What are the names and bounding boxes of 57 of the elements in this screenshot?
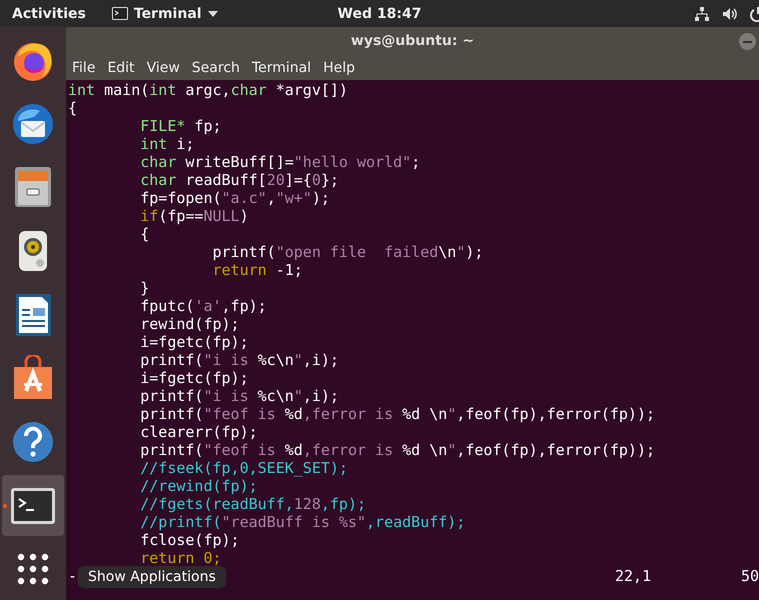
code-line: FILE* fp; [139, 117, 222, 135]
tooltip: Show Applications [78, 566, 226, 588]
mode-indicator: - [68, 567, 78, 585]
minimize-button[interactable] [739, 33, 756, 50]
volume-icon[interactable] [722, 6, 738, 22]
code-line: printf("i is %c\n",i); [139, 351, 339, 369]
help-icon [12, 420, 54, 463]
terminal-icon [10, 486, 56, 525]
code-line: { [68, 99, 78, 117]
code-line: char writeBuff[]="hello world"; [139, 153, 420, 171]
code-line: printf("i is %c\n",i); [139, 387, 339, 405]
code-line: return -1; [212, 261, 303, 279]
code-line: rewind(fp); [139, 315, 240, 333]
app-grid-icon [17, 553, 49, 586]
power-icon[interactable] [750, 6, 759, 22]
shopping-bag-icon [12, 355, 54, 402]
dock-item[interactable] [2, 474, 64, 536]
code-line: if(fp==NULL) [139, 207, 249, 225]
scroll-percent: 50 [741, 567, 759, 585]
code-line: i=fgetc(fp); [139, 333, 249, 351]
code-line: fp=fopen("a.c","w+"); [139, 189, 330, 207]
menu-item[interactable]: Terminal [252, 60, 312, 76]
code-line: //rewind(fp); [139, 477, 258, 495]
code-line: char readBuff[20]={0}; [139, 171, 339, 189]
file-cabinet-icon [13, 165, 53, 210]
code-line: int i; [139, 135, 194, 153]
cursor-position: 22,1 [615, 567, 652, 585]
menu-item[interactable]: View [146, 60, 180, 76]
running-indicator [3, 504, 7, 508]
code-line: return 0; [139, 549, 222, 567]
code-line: fputc('a',fp); [139, 297, 267, 315]
code-line: int main(int argc,char *argv[]) [68, 81, 348, 99]
activities-button[interactable]: Activities [0, 6, 98, 22]
code-line: fclose(fp); [139, 531, 240, 549]
code-line: printf("feof is %d,ferror is %d \n",feof(fp),ferror(fp)); [139, 405, 656, 423]
caret-icon [208, 10, 218, 16]
terminal-icon [112, 7, 128, 20]
network-icon[interactable] [694, 6, 710, 22]
code-line: clearerr(fp); [139, 423, 258, 441]
code-line: { [139, 225, 150, 243]
clock[interactable]: Wed 18:47 [338, 6, 422, 22]
code-line: i=fgetc(fp); [139, 369, 249, 387]
code-line: //fgets(readBuff,128,fp); [139, 495, 366, 513]
code-line: printf("open file failed\n"); [212, 243, 484, 261]
code-line: } [139, 279, 150, 297]
document-icon [13, 292, 53, 338]
menu-item[interactable]: File [72, 60, 96, 76]
app-menu[interactable]: Terminal [112, 6, 218, 22]
code-line: printf("feof is %d,ferror is %d \n",feof(fp),ferror(fp)); [139, 441, 656, 459]
code-line: //fseek(fp,0,SEEK_SET); [139, 459, 348, 477]
code-line: //printf("readBuff is %s",readBuff); [139, 513, 466, 531]
window-title: wys@ubuntu: ~ [350, 33, 474, 49]
app-menu-label: Terminal [134, 6, 202, 22]
menu-item[interactable]: Search [192, 60, 240, 76]
menu-item[interactable]: Help [323, 60, 355, 76]
menu-item[interactable]: Edit [107, 60, 135, 76]
minimize-icon [743, 40, 752, 42]
